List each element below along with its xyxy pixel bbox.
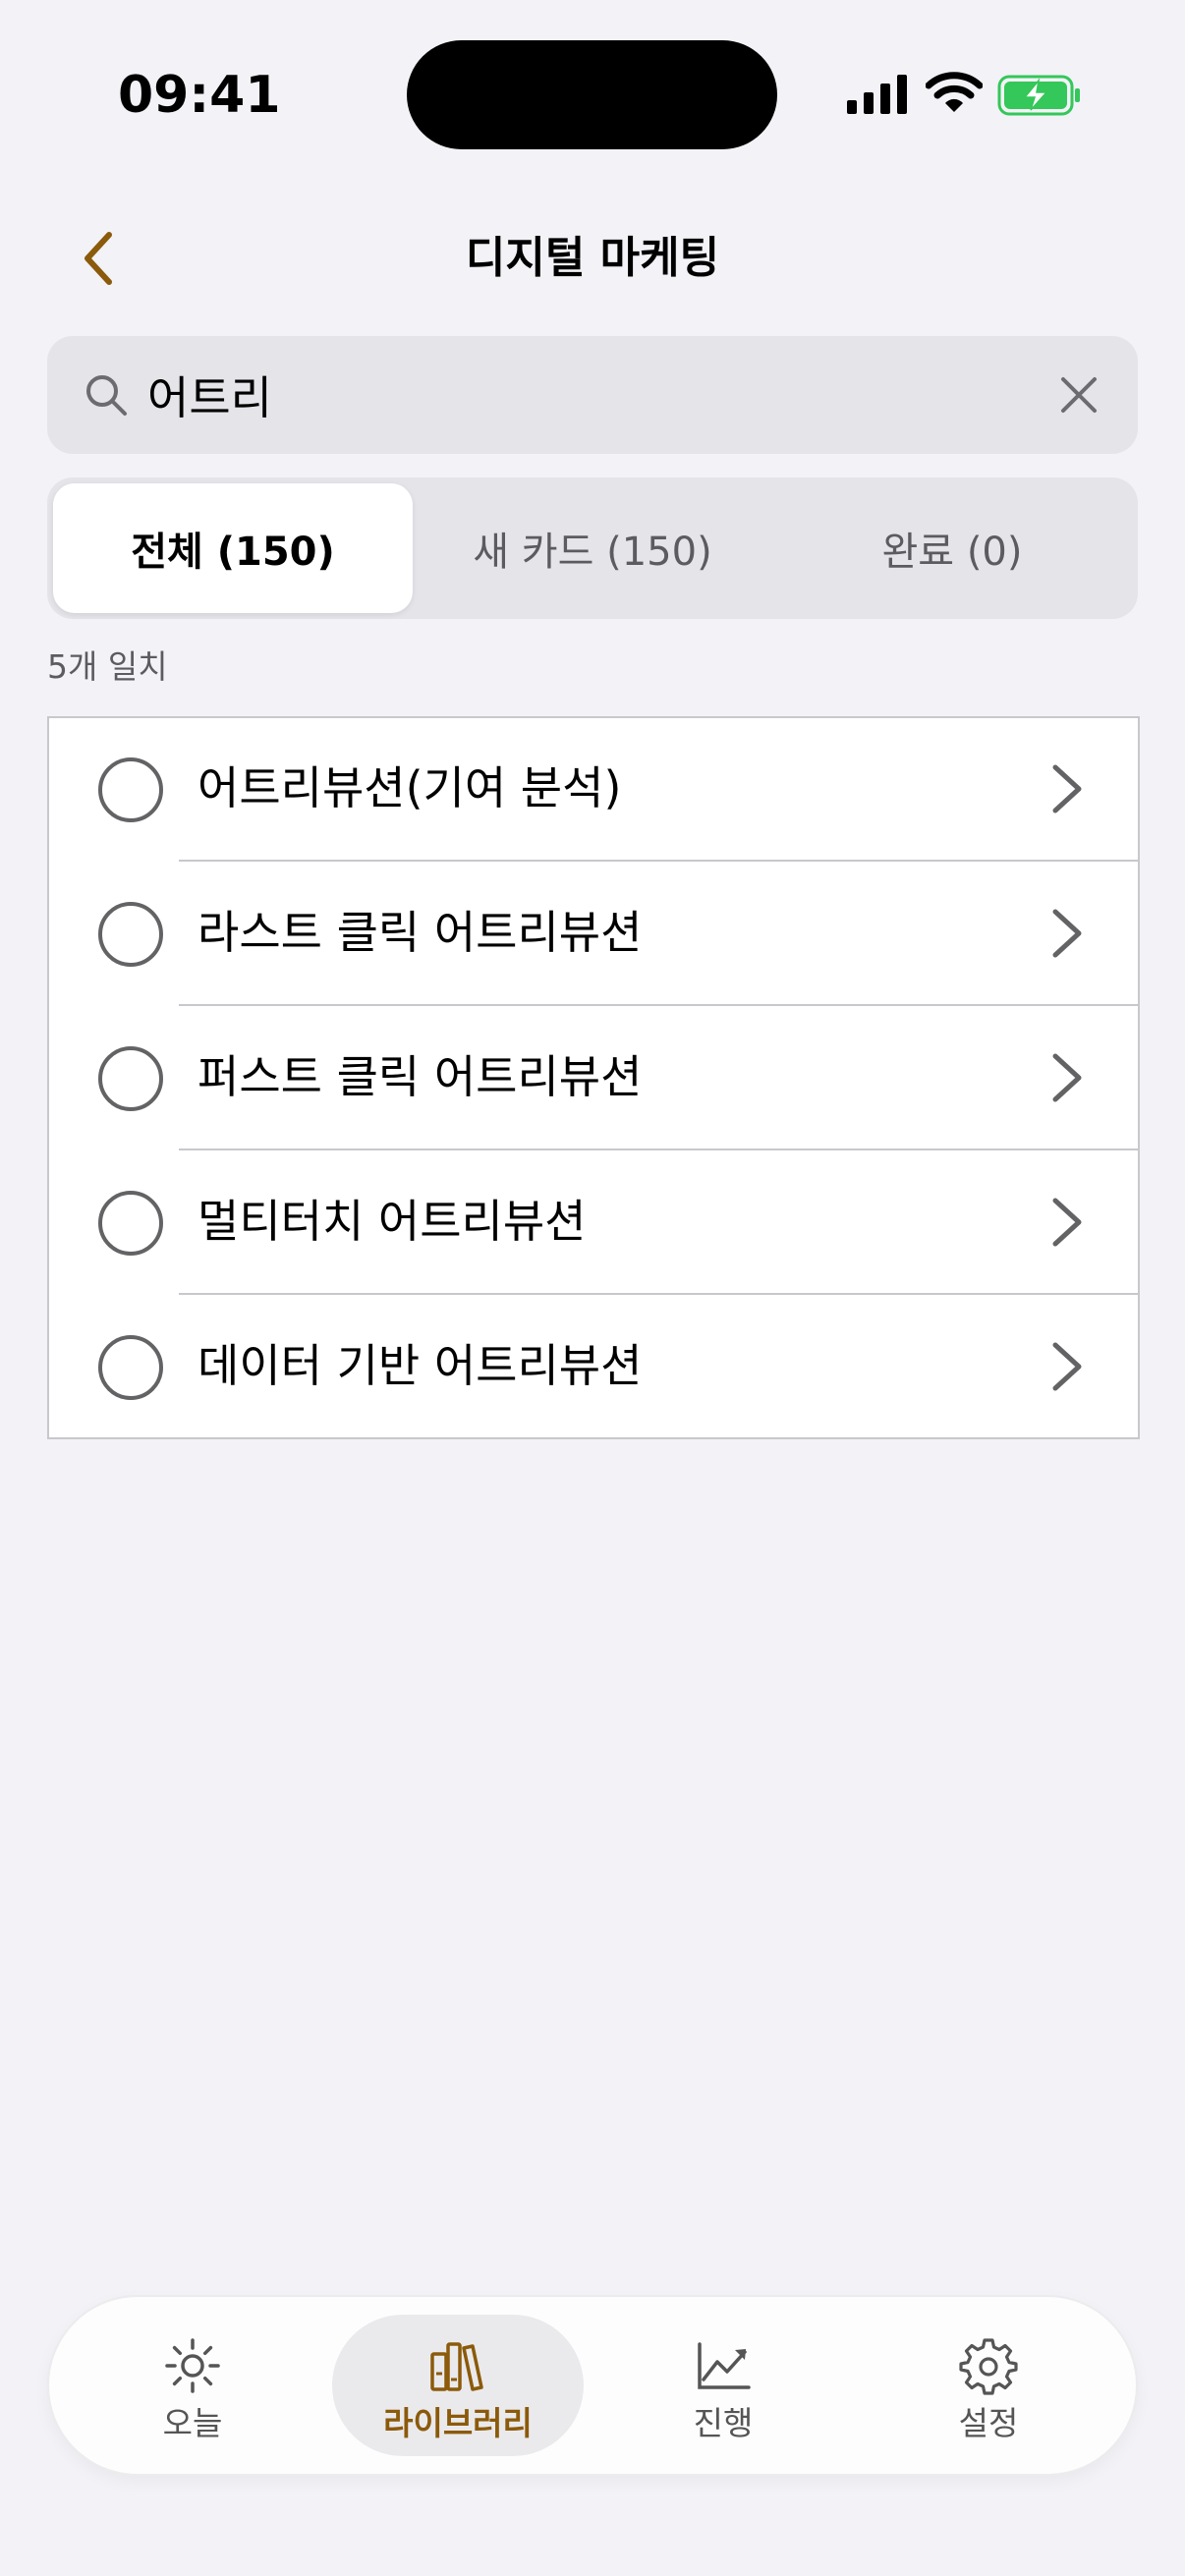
list-item[interactable]: 멀티터치 어트리뷰션 [49,1151,1138,1295]
tab-progress[interactable]: 진행 [597,2315,849,2456]
chevron-left-icon [85,232,112,285]
tab-today[interactable]: 오늘 [67,2315,318,2456]
chevron-right-icon [1052,1053,1082,1102]
list-item[interactable]: 어트리뷰션(기여 분석) [49,718,1138,862]
list-item[interactable]: 라스트 클릭 어트리뷰션 [49,863,1138,1006]
list-item[interactable]: 데이터 기반 어트리뷰션 [49,1296,1138,1438]
list-item-label: 어트리뷰션(기여 분석) [198,761,622,814]
clear-search-button[interactable] [1051,367,1106,422]
list-item-label: 데이터 기반 어트리뷰션 [198,1339,643,1392]
row-divider [179,1004,1138,1006]
tab-settings[interactable]: 설정 [863,2315,1114,2456]
dynamic-island [407,40,777,149]
search-icon [86,375,127,416]
list-item-label: 라스트 클릭 어트리뷰션 [198,906,643,959]
back-button[interactable] [69,224,128,293]
completion-circle-icon[interactable] [98,1191,163,1256]
tab-label: 설정 [958,2404,1019,2442]
results-list: 어트리뷰션(기여 분석) 라스트 클릭 어트리뷰션 퍼스트 클릭 어트리뷰션 멀… [47,716,1140,1439]
segment-all[interactable]: 전체 (150) [53,483,413,613]
row-divider [179,860,1138,862]
chevron-right-icon [1052,909,1082,958]
segment-completed[interactable]: 완료 (0) [772,483,1132,613]
tab-label: 오늘 [162,2404,223,2442]
match-count: 5개 일치 [47,647,168,686]
status-time: 09:41 [118,66,281,125]
tab-label: 진행 [693,2404,754,2442]
list-item-label: 퍼스트 클릭 어트리뷰션 [198,1050,643,1103]
tab-label: 라이브러리 [383,2404,533,2442]
wifi-icon [926,72,983,112]
segment-new-cards[interactable]: 새 카드 (150) [413,483,772,613]
cellular-signal-icon [847,75,907,114]
completion-circle-icon[interactable] [98,757,163,822]
close-icon [1061,377,1097,413]
gear-icon [959,2338,1018,2395]
completion-circle-icon[interactable] [98,902,163,967]
search-input[interactable] [147,356,1012,434]
row-divider [179,1293,1138,1295]
row-divider [179,1148,1138,1150]
sun-icon [165,2338,220,2393]
list-item[interactable]: 퍼스트 클릭 어트리뷰션 [49,1007,1138,1150]
battery-charging-icon [997,75,1080,116]
chevron-right-icon [1052,764,1082,813]
page-title: 디지털 마케팅 [465,233,720,283]
list-item-label: 멀티터치 어트리뷰션 [198,1195,587,1248]
chevron-right-icon [1052,1342,1082,1391]
completion-circle-icon[interactable] [98,1335,163,1400]
tab-library[interactable]: 라이브러리 [332,2315,584,2456]
completion-circle-icon[interactable] [98,1046,163,1111]
chart-trend-icon [698,2342,751,2389]
chevron-right-icon [1052,1198,1082,1247]
books-icon [430,2342,483,2391]
